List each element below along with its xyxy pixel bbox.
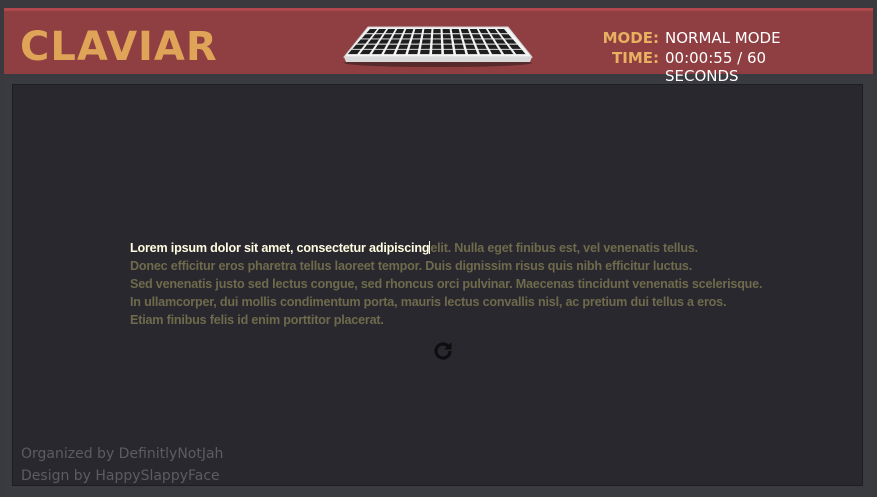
time-row: TIME: 00:00:55 / 60 SECONDS [603,49,843,85]
typed-text: Lorem ipsum dolor sit amet, consectetur … [130,241,430,255]
keyboard-icon [340,23,536,67]
restart-button[interactable] [431,339,455,363]
design-credit: Design by HappySlappyFace [21,468,220,484]
pending-line: In ullamcorper, dui mollis condimentum p… [130,295,727,309]
time-label: TIME: [612,49,659,67]
credits: Organized by DefinitlyNotJah Design by H… [21,443,223,487]
mode-row: MODE: NORMAL MODE [603,29,843,49]
header-bar: CLAVIAR MODE: NORMAL MODE TIME: 00:00:55… [4,8,873,85]
organized-credit: Organized by DefinitlyNotJah [21,446,224,462]
time-value: 00:00:55 / 60 SECONDS [665,49,767,85]
mode-value: NORMAL MODE [665,29,781,47]
pending-line: Sed venenatis justo sed lectus congue, s… [130,277,763,291]
pending-line: Etiam finibus felis id enim porttitor pl… [130,313,384,327]
status-info: MODE: NORMAL MODE TIME: 00:00:55 / 60 SE… [603,29,843,85]
typing-text[interactable]: Lorem ipsum dolor sit amet, consectetur … [130,239,830,329]
refresh-icon [434,342,452,360]
mode-label: MODE: [602,29,659,47]
app-frame: CLAVIAR MODE: NORMAL MODE TIME: 00:00:55… [4,8,873,495]
app-logo: CLAVIAR [20,24,218,70]
typing-panel[interactable]: Lorem ipsum dolor sit amet, consectetur … [12,84,863,486]
pending-line: elit. Nulla eget finibus est, vel venena… [430,241,698,255]
pending-line: Donec efficitur eros pharetra tellus lao… [130,259,693,273]
